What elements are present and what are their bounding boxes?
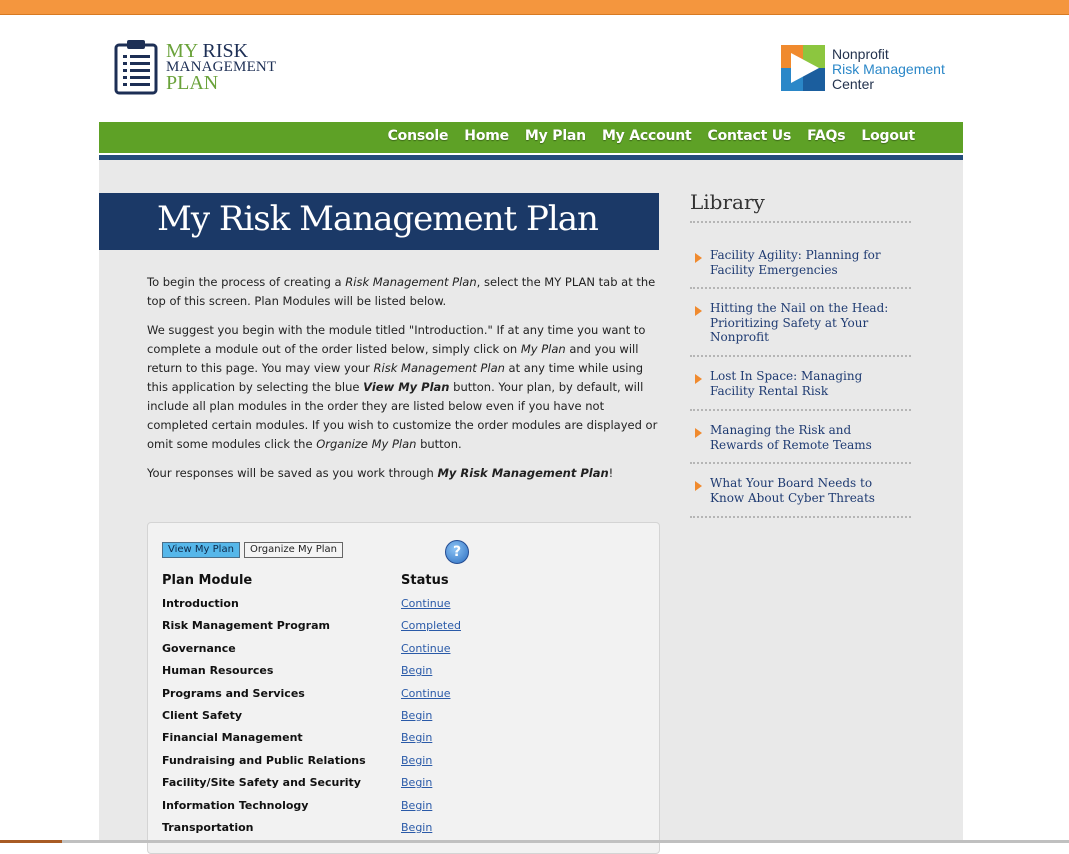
library-divider: [690, 355, 911, 357]
status-link[interactable]: Begin: [401, 776, 432, 789]
play-arrow-logo-icon: [781, 45, 825, 91]
module-name: Programs and Services: [162, 686, 305, 700]
library-divider: [690, 516, 911, 518]
nrmc-line-risk-management: Risk Management: [832, 61, 945, 77]
plan-module-table: Introduction Continue Risk Management Pro…: [162, 597, 642, 843]
clipboard-icon: [114, 40, 158, 95]
module-name: Facility/Site Safety and Security: [162, 776, 361, 790]
module-name: Governance: [162, 641, 236, 655]
library-divider: [690, 287, 911, 289]
nav-links: Console Home My Plan My Account Contact …: [388, 128, 916, 144]
library-link[interactable]: Lost In Space: Managing Facility Rental …: [710, 369, 907, 398]
status-link[interactable]: Continue: [401, 597, 450, 610]
module-name: Introduction: [162, 597, 239, 610]
arrow-right-icon: [695, 428, 702, 438]
logo-wordmark: MY RISK MANAGEMENT PLAN: [166, 41, 276, 94]
module-name: Information Technology: [162, 798, 309, 812]
library-link[interactable]: What Your Board Needs to Know About Cybe…: [710, 476, 907, 505]
table-row: Fundraising and Public Relations Begin: [162, 754, 642, 776]
top-accent-bar: [0, 0, 1069, 15]
page-title-banner: My Risk Management Plan: [99, 193, 659, 250]
nav-contact-us[interactable]: Contact Us: [708, 128, 792, 144]
intro-text: To begin the process of creating a Risk …: [147, 273, 659, 493]
status-link[interactable]: Begin: [401, 821, 432, 834]
arrow-right-icon: [695, 306, 702, 316]
nav-console[interactable]: Console: [388, 128, 449, 144]
table-row: Governance Continue: [162, 642, 642, 664]
table-row: Financial Management Begin: [162, 731, 642, 753]
library-divider: [690, 221, 911, 223]
status-link[interactable]: Begin: [401, 731, 432, 744]
module-name: Human Resources: [162, 664, 274, 678]
intro-paragraph-2: We suggest you begin with the module tit…: [147, 323, 658, 451]
status-link[interactable]: Continue: [401, 687, 450, 700]
module-name: Transportation: [162, 820, 254, 834]
status-link[interactable]: Continue: [401, 642, 450, 655]
plan-modules-panel: View My Plan Organize My Plan ? Plan Mod…: [147, 522, 660, 854]
nav-home[interactable]: Home: [464, 128, 509, 144]
library-divider: [690, 462, 911, 464]
logo-word-plan: PLAN: [166, 72, 219, 94]
library-link[interactable]: Hitting the Nail on the Head: Prioritizi…: [710, 301, 907, 345]
status-link[interactable]: Begin: [401, 664, 432, 677]
status-link[interactable]: Begin: [401, 754, 432, 767]
table-row: Introduction Continue: [162, 597, 642, 619]
intro-paragraph-3: Your responses will be saved as you work…: [147, 466, 614, 480]
help-icon[interactable]: ?: [445, 540, 469, 564]
nrmc-line-nonprofit: Nonprofit: [832, 46, 889, 62]
table-row: Risk Management Program Completed: [162, 619, 642, 641]
library-link[interactable]: Facility Agility: Planning for Facility …: [710, 248, 907, 277]
main-navigation-bar: Console Home My Plan My Account Contact …: [99, 122, 963, 154]
status-link[interactable]: Begin: [401, 799, 432, 812]
intro-paragraph-1: To begin the process of creating a Risk …: [147, 275, 656, 308]
content-area: My Risk Management Plan To begin the pro…: [99, 160, 963, 854]
column-header-plan-module: Plan Module: [162, 573, 253, 588]
status-link[interactable]: Completed: [401, 619, 461, 632]
nav-my-account[interactable]: My Account: [602, 128, 692, 144]
nav-logout[interactable]: Logout: [861, 128, 915, 144]
nav-faqs[interactable]: FAQs: [807, 128, 845, 144]
nrmc-line-center: Center: [832, 76, 875, 92]
table-row: Facility/Site Safety and Security Begin: [162, 776, 642, 798]
library-divider: [690, 409, 911, 411]
arrow-right-icon: [695, 374, 702, 384]
my-risk-management-plan-logo[interactable]: MY RISK MANAGEMENT PLAN: [114, 37, 294, 97]
arrow-right-icon: [695, 481, 702, 491]
nav-my-plan[interactable]: My Plan: [525, 128, 586, 144]
organize-my-plan-button[interactable]: Organize My Plan: [244, 542, 343, 558]
module-name: Financial Management: [162, 731, 303, 745]
view-my-plan-button[interactable]: View My Plan: [162, 542, 240, 558]
table-row: Information Technology Begin: [162, 799, 642, 821]
column-header-status: Status: [401, 573, 449, 588]
library-heading: Library: [690, 190, 765, 214]
nonprofit-risk-management-center-logo[interactable]: Nonprofit Risk Management Center: [781, 45, 961, 95]
page-title: My Risk Management Plan: [157, 199, 599, 239]
table-row: Human Resources Begin: [162, 664, 642, 686]
module-name: Risk Management Program: [162, 619, 330, 633]
table-row: Client Safety Begin: [162, 709, 642, 731]
nrmc-wordmark: Nonprofit Risk Management Center: [832, 47, 945, 92]
status-link[interactable]: Begin: [401, 709, 432, 722]
arrow-right-icon: [695, 253, 702, 263]
table-row: Programs and Services Continue: [162, 687, 642, 709]
library-link[interactable]: Managing the Risk and Rewards of Remote …: [710, 423, 907, 452]
module-name: Client Safety: [162, 708, 243, 722]
module-name: Fundraising and Public Relations: [162, 753, 366, 767]
